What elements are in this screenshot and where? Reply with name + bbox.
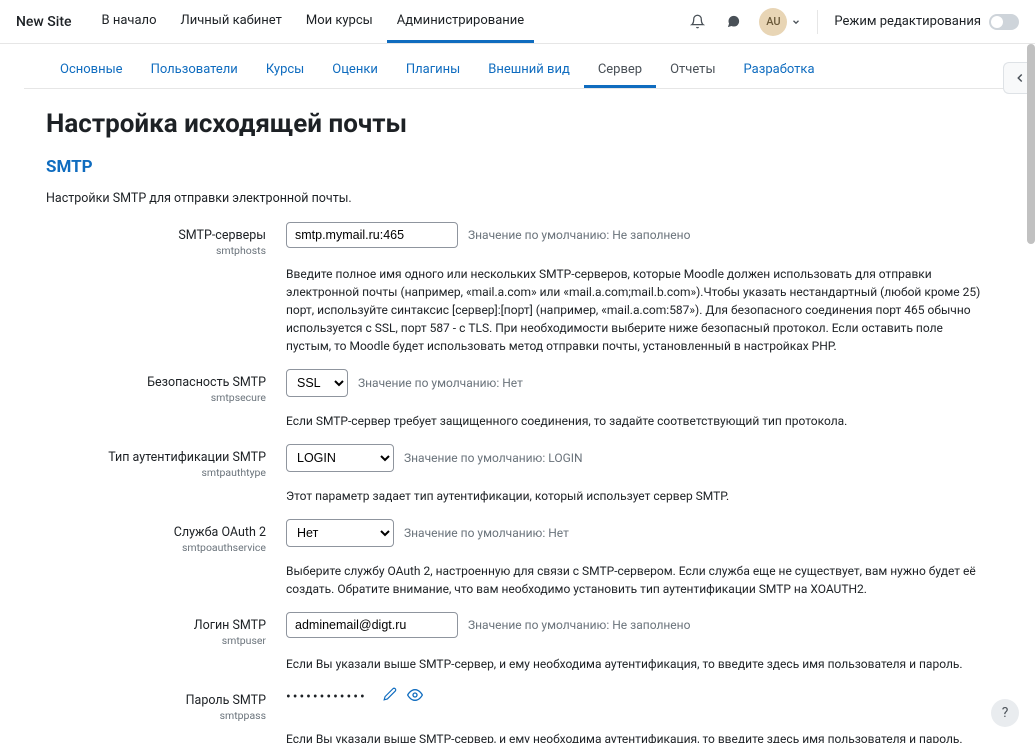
sublabel-smtpauthtype: smtpauthtype (46, 466, 266, 479)
toggle-switch[interactable] (989, 14, 1019, 30)
divider (817, 10, 818, 34)
row-smtpuser: Логин SMTP smtpuser Значение по умолчани… (24, 612, 1011, 647)
nav-dashboard[interactable]: Личный кабинет (170, 1, 291, 43)
edit-mode-label: Режим редактирования (834, 14, 981, 29)
tab-plugins[interactable]: Плагины (392, 54, 474, 88)
brand[interactable]: New Site (16, 14, 72, 30)
sublabel-smtppass: smtppass (46, 709, 266, 722)
label-smtppass: Пароль SMTP (46, 693, 266, 708)
help-smtpsecure: Если SMTP-сервер требует защищенного сое… (286, 412, 989, 430)
password-masked: •••••••••••• (286, 689, 367, 705)
label-smtphosts: SMTP-серверы (46, 228, 266, 243)
topbar-right: AU Режим редактирования (687, 8, 1019, 36)
page-title: Настройка исходящей почты (46, 109, 989, 139)
tab-reports[interactable]: Отчеты (656, 54, 729, 88)
label-smtpuser: Логин SMTP (46, 618, 266, 633)
help-smtphosts: Введите полное имя одного или нескольких… (286, 265, 989, 355)
default-smtphosts: Значение по умолчанию: Не заполнено (468, 228, 690, 242)
nav-admin[interactable]: Администрирование (387, 1, 534, 43)
default-smtpuser: Значение по умолчанию: Не заполнено (468, 618, 690, 632)
sublabel-smtphosts: smtphosts (46, 244, 266, 257)
default-smtpoauth: Значение по умолчанию: Нет (404, 526, 569, 540)
row-smtpoauth: Служба OAuth 2 smtpoauthservice Нет Знач… (24, 519, 1011, 554)
sublabel-smtpoauth: smtpoauthservice (46, 541, 266, 554)
row-smtpauthtype: Тип аутентификации SMTP smtpauthtype LOG… (24, 444, 1011, 479)
tab-courses[interactable]: Курсы (252, 54, 318, 88)
tab-users[interactable]: Пользователи (137, 54, 252, 88)
tab-grades[interactable]: Оценки (318, 54, 392, 88)
input-smtphosts[interactable] (286, 222, 458, 248)
section-smtp-title[interactable]: SMTP (46, 157, 989, 177)
select-smtpoauth[interactable]: Нет (286, 519, 394, 547)
chevron-down-icon (791, 17, 801, 27)
default-smtpauthtype: Значение по умолчанию: LOGIN (404, 451, 583, 465)
select-smtpauthtype[interactable]: LOGIN (286, 444, 394, 472)
help-smtpuser: Если Вы указали выше SMTP-сервер, и ему … (286, 655, 989, 673)
label-smtpauthtype: Тип аутентификации SMTP (46, 450, 266, 465)
input-smtpuser[interactable] (286, 612, 458, 638)
default-smtpsecure: Значение по умолчанию: Нет (358, 376, 523, 390)
sublabel-smtpuser: smtpuser (46, 634, 266, 647)
nav-courses[interactable]: Мои курсы (296, 1, 383, 43)
tab-appearance[interactable]: Внешний вид (474, 54, 584, 88)
tab-dev[interactable]: Разработка (730, 54, 829, 88)
help-button[interactable]: ? (991, 699, 1019, 727)
row-smtphosts: SMTP-серверы smtphosts Значение по умолч… (24, 222, 1011, 257)
secondary-tabs: Основные Пользователи Курсы Оценки Плаги… (24, 44, 1011, 89)
primary-nav: В начало Личный кабинет Мои курсы Админи… (92, 1, 535, 43)
chevron-left-icon (1013, 71, 1027, 85)
bell-icon[interactable] (687, 12, 707, 32)
chat-icon[interactable] (723, 12, 743, 32)
content: Основные Пользователи Курсы Оценки Плаги… (0, 44, 1035, 743)
row-smtpsecure: Безопасность SMTP smtpsecure SSL Значени… (24, 369, 1011, 404)
edit-mode-toggle: Режим редактирования (834, 14, 1019, 30)
tab-server[interactable]: Сервер (584, 54, 656, 88)
eye-icon[interactable] (407, 687, 423, 707)
help-smtppass: Если Вы указали выше SMTP-сервер, и ему … (286, 730, 989, 743)
help-smtpoauth: Выберите службу OAuth 2, настроенную для… (286, 562, 989, 598)
topbar: New Site В начало Личный кабинет Мои кур… (0, 0, 1035, 44)
scrollbar[interactable] (1027, 44, 1035, 244)
sublabel-smtpsecure: smtpsecure (46, 391, 266, 404)
tab-general[interactable]: Основные (46, 54, 137, 88)
row-smtppass: Пароль SMTP smtppass •••••••••••• (24, 687, 1011, 722)
section-smtp-desc: Настройки SMTP для отправки электронной … (46, 191, 989, 206)
pencil-icon[interactable] (383, 687, 397, 707)
avatar: AU (759, 8, 787, 36)
nav-home[interactable]: В начало (92, 1, 167, 43)
label-smtpsecure: Безопасность SMTP (46, 375, 266, 390)
select-smtpsecure[interactable]: SSL (286, 369, 348, 397)
user-menu[interactable]: AU (759, 8, 801, 36)
label-smtpoauth: Служба OAuth 2 (46, 525, 266, 540)
help-smtpauthtype: Этот параметр задает тип аутентификации,… (286, 487, 989, 505)
